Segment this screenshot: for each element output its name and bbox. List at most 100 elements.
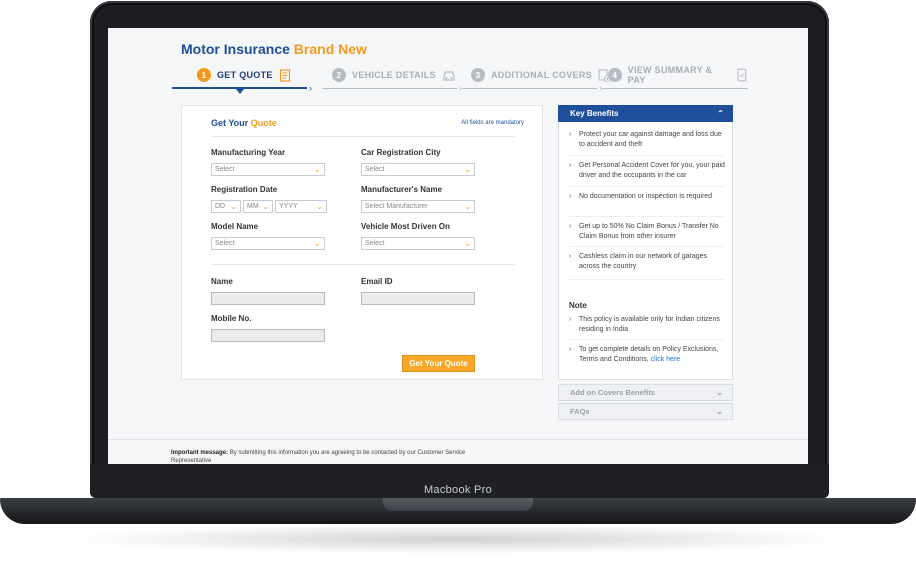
active-step-caret <box>236 89 244 94</box>
benefit-item: › No documentation or inspection is requ… <box>569 192 727 202</box>
select-value: YYYY <box>279 203 298 210</box>
step-line <box>322 88 457 89</box>
arrow-right-icon: › <box>569 316 572 323</box>
footer-divider <box>108 439 808 440</box>
chevron-down-icon: ⌄ <box>314 239 321 248</box>
chevron-down-icon: ⌄ <box>464 165 471 174</box>
mobile-pay-icon <box>737 68 747 82</box>
registration-month-select[interactable]: MM ⌄ <box>243 200 273 213</box>
note-item: › This policy is available only for Indi… <box>569 315 727 335</box>
key-benefits-header[interactable]: Key Benefits ⌃ <box>558 105 733 122</box>
step-additional-covers[interactable]: 3 ADDITIONAL COVERS <box>471 64 611 86</box>
key-benefits-title: Key Benefits <box>570 109 619 118</box>
faqs-accordion[interactable]: FAQs ⌄ <box>558 403 733 420</box>
arrow-right-icon: › <box>569 346 572 353</box>
laptop-shadow <box>60 524 856 554</box>
chevron-down-icon: ⌄ <box>464 239 471 248</box>
benefit-divider <box>569 279 724 280</box>
benefit-text: Protect your car against damage and loss… <box>579 131 722 148</box>
name-input[interactable] <box>211 292 325 305</box>
chevron-down-icon: ⌄ <box>314 165 321 174</box>
name-label: Name <box>211 277 233 286</box>
select-value: Select <box>215 166 235 173</box>
select-value: DD <box>215 203 226 210</box>
mobile-label: Mobile No. <box>211 314 252 323</box>
get-your-quote-button[interactable]: Get Your Quote <box>402 355 475 372</box>
document-icon <box>279 68 290 82</box>
add-on-covers-accordion[interactable]: Add on Covers Benefits ⌄ <box>558 384 733 401</box>
step-label: GET QUOTE <box>217 70 273 80</box>
browser-screen: Motor Insurance Brand New 1 GET QUOTE 2 … <box>108 28 808 464</box>
accordion-title: FAQs <box>570 407 590 416</box>
step-vehicle-details[interactable]: 2 VEHICLE DETAILS <box>332 64 456 86</box>
benefit-text: Cashless claim in our network of garages… <box>579 253 708 270</box>
manufacturer-select[interactable]: Select Manufacturer ⌄ <box>361 200 475 213</box>
select-value: Select <box>365 166 385 173</box>
step-label: ADDITIONAL COVERS <box>491 70 592 80</box>
step-line <box>462 88 597 89</box>
benefit-item: › Protect your car against damage and lo… <box>569 130 727 150</box>
email-input[interactable] <box>361 292 475 305</box>
mandatory-note: All fields are mandatory <box>461 120 524 126</box>
benefit-divider <box>569 186 724 187</box>
select-value: Select <box>365 240 385 247</box>
manufacturing-year-label: Manufacturing Year <box>211 148 286 157</box>
progress-stepper: 1 GET QUOTE 2 VEHICLE DETAILS 3 ADDITION… <box>172 64 748 94</box>
select-value: MM <box>247 203 259 210</box>
car-icon <box>443 70 455 81</box>
step-number: 4 <box>608 68 622 82</box>
registration-city-label: Car Registration City <box>361 148 441 157</box>
quote-form: Get Your Quote All fields are mandatory … <box>181 105 543 380</box>
note-divider <box>569 339 724 340</box>
manufacturer-label: Manufacturer's Name <box>361 185 443 194</box>
step-view-summary-pay[interactable]: 4 VIEW SUMMARY & PAY <box>608 64 748 86</box>
arrow-right-icon: › <box>569 162 572 169</box>
chevron-down-icon: ⌄ <box>262 202 269 211</box>
page-title: Motor Insurance Brand New <box>181 41 367 57</box>
click-here-link[interactable]: click here <box>651 356 681 363</box>
chevron-down-icon: ⌄ <box>230 202 237 211</box>
step-number: 1 <box>197 68 211 82</box>
step-line <box>602 88 748 89</box>
vehicle-driven-on-label: Vehicle Most Driven On <box>361 222 450 231</box>
mobile-input[interactable] <box>211 329 325 342</box>
vehicle-driven-on-select[interactable]: Select ⌄ <box>361 237 475 250</box>
benefit-text: No documentation or inspection is requir… <box>579 193 713 200</box>
note-item: › To get complete details on Policy Excl… <box>569 345 727 365</box>
benefit-item: › Cashless claim in our network of garag… <box>569 252 727 272</box>
page-title-main: Motor Insurance <box>181 41 290 57</box>
accordion-title: Add on Covers Benefits <box>570 388 656 397</box>
form-heading: Get Your Quote <box>211 118 277 128</box>
benefit-text: Get Personal Accident Cover for you, you… <box>579 162 725 179</box>
form-divider <box>211 264 515 265</box>
important-message: Important message: By submitting this in… <box>171 449 471 464</box>
arrow-right-icon: › <box>569 193 572 200</box>
chevron-down-icon: ⌄ <box>464 202 471 211</box>
chevron-down-icon: ⌄ <box>716 388 723 397</box>
arrow-right-icon: › <box>569 131 572 138</box>
note-text: To get complete details on Policy Exclus… <box>579 346 719 363</box>
registration-year-select[interactable]: YYYY ⌄ <box>275 200 327 213</box>
registration-day-select[interactable]: DD ⌄ <box>211 200 241 213</box>
registration-city-select[interactable]: Select ⌄ <box>361 163 475 176</box>
registration-date-label: Registration Date <box>211 185 278 194</box>
model-name-label: Model Name <box>211 222 259 231</box>
laptop-mockup: Macbook Pro Motor Insurance Brand New 1 … <box>0 0 916 578</box>
chevron-up-icon: ⌃ <box>717 109 724 118</box>
benefit-text: Get up to 50% No Claim Bonus / Transfer … <box>579 223 719 240</box>
benefit-item: › Get Personal Accident Cover for you, y… <box>569 161 727 181</box>
benefit-divider <box>569 216 724 217</box>
chevron-right-icon: › <box>309 83 312 93</box>
email-label: Email ID <box>361 277 393 286</box>
laptop-notch <box>383 498 533 511</box>
model-name-select[interactable]: Select ⌄ <box>211 237 325 250</box>
manufacturing-year-select[interactable]: Select ⌄ <box>211 163 325 176</box>
benefits-sidebar: Key Benefits ⌃ › Protect your car agains… <box>558 105 733 420</box>
benefit-divider <box>569 246 724 247</box>
form-heading-main: Get Your <box>211 118 249 128</box>
step-get-quote[interactable]: 1 GET QUOTE <box>197 64 291 86</box>
step-number: 2 <box>332 68 346 82</box>
arrow-right-icon: › <box>569 223 572 230</box>
step-label: VIEW SUMMARY & PAY <box>627 65 713 85</box>
form-heading-accent: Quote <box>250 118 277 128</box>
